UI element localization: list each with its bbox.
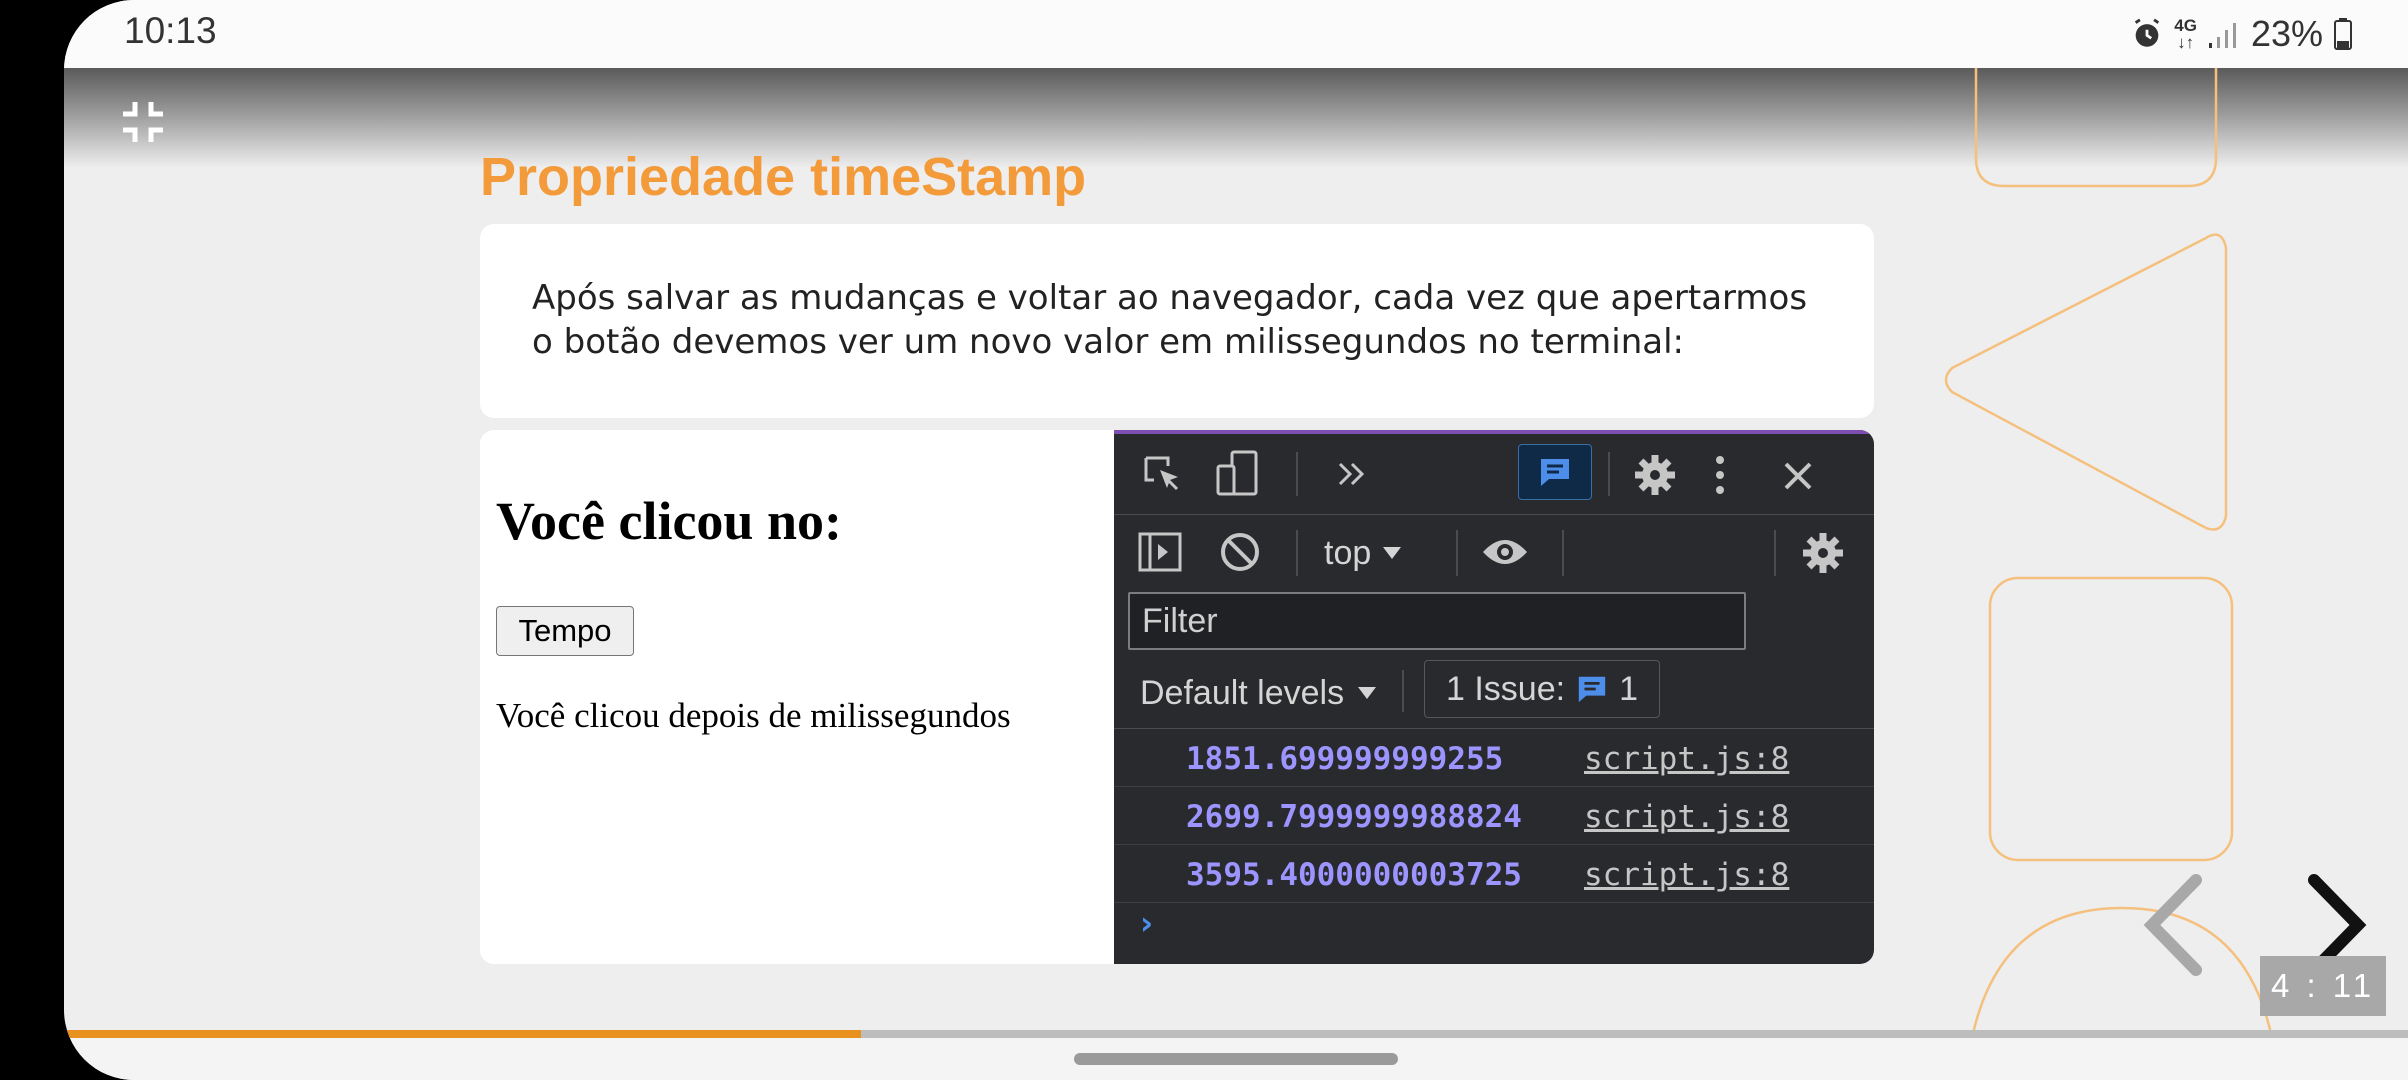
- message-icon: [1541, 459, 1569, 486]
- home-gesture-handle[interactable]: [1074, 1053, 1398, 1065]
- log-value: 3595.4000000003725: [1186, 857, 1522, 893]
- console-log-row: 1851.699999999255 script.js:8: [1114, 729, 1874, 787]
- dropdown-arrow-icon: [1383, 547, 1402, 559]
- more-tabs-icon[interactable]: [1332, 456, 1372, 492]
- devtools-panel: top Default levels 1 Issue: 1 1851.69999: [1114, 430, 1874, 964]
- sidebar-toggle-icon[interactable]: [1136, 530, 1184, 574]
- log-levels-dropdown[interactable]: Default levels: [1140, 666, 1378, 720]
- top-overlay: [64, 68, 2408, 168]
- status-bar: 10:13 4G ↓↑ 23%: [64, 0, 2408, 68]
- dropdown-arrow-icon: [1358, 687, 1377, 699]
- tempo-button[interactable]: Tempo: [496, 606, 634, 656]
- slide-title: Propriedade timeStamp: [480, 147, 1087, 207]
- console-filter-input[interactable]: [1128, 592, 1746, 650]
- close-icon[interactable]: [1778, 456, 1818, 496]
- log-source-link[interactable]: script.js:8: [1584, 799, 1789, 835]
- issues-label: 1 Issue:: [1446, 669, 1566, 708]
- issue-message-icon: [1578, 676, 1606, 703]
- console-log-row: 3595.4000000003725 script.js:8: [1114, 845, 1874, 903]
- eye-icon[interactable]: [1480, 534, 1530, 570]
- battery-percent: 23%: [2250, 13, 2323, 54]
- toolbar-separator: [1296, 530, 1298, 576]
- messages-toggle[interactable]: [1518, 444, 1592, 500]
- console-log-list: 1851.699999999255 script.js:8 2699.79999…: [1114, 728, 1874, 903]
- console-toolbar: [1114, 514, 1874, 592]
- demo-screenshot: Você clicou no: Tempo Você clicou depois…: [480, 430, 1874, 964]
- signal-icon: [2208, 23, 2236, 48]
- log-levels-label: Default levels: [1140, 673, 1345, 712]
- description-card: Após salvar as mudanças e voltar ao nave…: [480, 224, 1874, 418]
- toolbar-separator: [1774, 530, 1776, 576]
- device-toolbar-icon[interactable]: [1214, 448, 1262, 498]
- console-log-row: 2699.7999999988824 script.js:8: [1114, 787, 1874, 845]
- log-source-link[interactable]: script.js:8: [1584, 857, 1789, 893]
- description-text: Após salvar as mudanças e voltar ao nave…: [532, 278, 1808, 362]
- toolbar-separator: [1608, 452, 1610, 496]
- demo-page: Você clicou no: Tempo Você clicou depois…: [480, 430, 1114, 964]
- toolbar-separator: [1296, 452, 1298, 496]
- console-settings-gear-icon[interactable]: [1800, 530, 1846, 576]
- toolbar-separator: [1456, 530, 1458, 576]
- slide-progress-fill: [64, 1030, 861, 1038]
- context-label: top: [1324, 533, 1372, 572]
- context-selector[interactable]: top: [1324, 530, 1403, 576]
- demo-result-text: Você clicou depois de milissegundos: [496, 696, 1011, 735]
- status-icons: 4G ↓↑ 23%: [2130, 10, 2353, 58]
- issues-button[interactable]: 1 Issue: 1: [1424, 660, 1660, 718]
- slide-progress-bar: [64, 1030, 2408, 1038]
- previous-slide-icon[interactable]: [2134, 870, 2214, 980]
- demo-heading: Você clicou no:: [496, 491, 842, 551]
- log-value: 2699.7999999988824: [1186, 799, 1522, 835]
- toolbar-separator: [1402, 670, 1404, 712]
- device-screen: 10:13 4G ↓↑ 23% Propriedade timeStamp Ap…: [64, 0, 2408, 1080]
- inspect-element-icon[interactable]: [1140, 452, 1184, 496]
- exit-fullscreen-icon[interactable]: [119, 98, 167, 146]
- console-prompt-icon[interactable]: ›: [1140, 904, 1153, 942]
- battery-icon: [2334, 18, 2352, 50]
- network-4g-icon: 4G ↓↑: [2174, 16, 2197, 52]
- log-source-link[interactable]: script.js:8: [1584, 741, 1789, 777]
- issues-count: 1: [1619, 669, 1638, 708]
- log-value: 1851.699999999255: [1186, 741, 1504, 777]
- clock: 10:13: [124, 10, 217, 51]
- settings-gear-icon[interactable]: [1632, 452, 1678, 498]
- kebab-menu-icon[interactable]: [1710, 452, 1730, 498]
- alarm-icon: [2135, 18, 2160, 47]
- toolbar-separator: [1562, 530, 1564, 576]
- page-indicator: 4 : 11: [2260, 956, 2386, 1016]
- clear-console-icon[interactable]: [1218, 530, 1262, 574]
- devtools-main-toolbar: [1114, 434, 1874, 515]
